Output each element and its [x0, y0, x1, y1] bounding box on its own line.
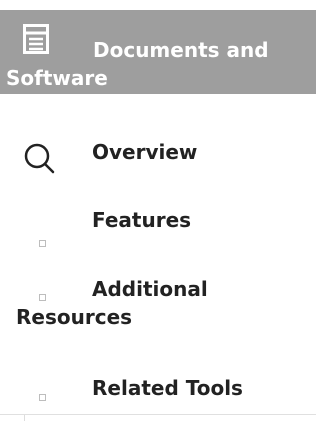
search-icon	[24, 143, 55, 174]
section-title: Documents and Software	[6, 38, 269, 90]
divider-tick	[24, 415, 25, 421]
bullet-icon	[39, 240, 46, 247]
nav-item-label: Additional Resources	[16, 277, 208, 329]
bullet-icon	[39, 394, 46, 401]
nav-item-label: Features	[92, 208, 192, 232]
nav-item-label: Overview	[92, 140, 198, 164]
sidebar-panel: Documents and Software Overview Features…	[0, 0, 316, 421]
divider	[0, 414, 316, 415]
nav-item-label: Related Tools	[92, 376, 243, 400]
section-header[interactable]: Documents and Software	[0, 10, 316, 94]
